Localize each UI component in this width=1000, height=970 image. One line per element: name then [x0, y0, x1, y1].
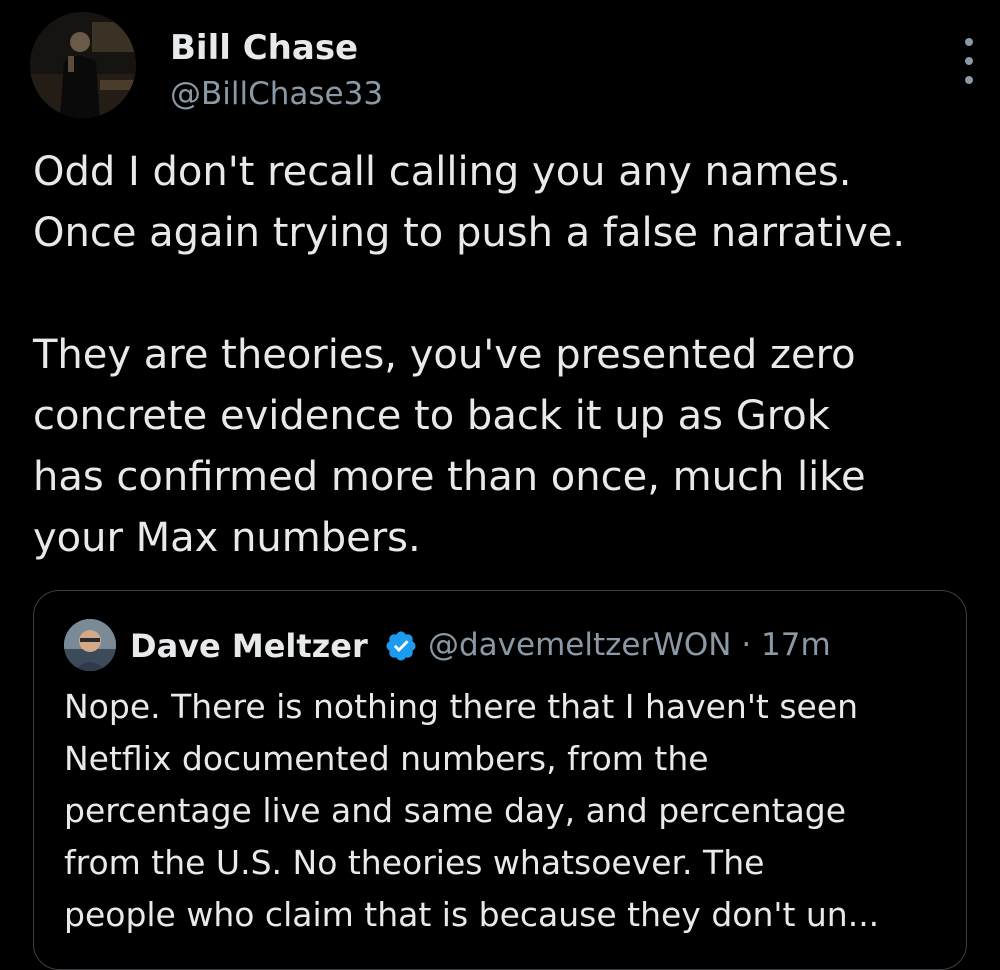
more-dot	[965, 57, 973, 65]
tweet-line: concrete evidence to back it up as Grok	[33, 393, 830, 439]
quoted-author-display-name: Dave Meltzer	[130, 627, 368, 665]
more-dot	[965, 38, 973, 46]
tweet-line: has confirmed more than once, much like	[33, 454, 866, 500]
quoted-tweet-line: Netflix documented numbers, from the	[64, 739, 709, 778]
more-options-icon[interactable]	[958, 36, 980, 86]
quoted-tweet-line: Nope. There is nothing there that I have…	[64, 687, 859, 726]
tweet-line: your Max numbers.	[33, 515, 421, 561]
verified-badge-icon	[386, 631, 416, 661]
tweet-line: Odd I don't recall calling you any names…	[33, 149, 852, 195]
quoted-author-avatar[interactable]	[64, 619, 116, 671]
tweet-header: Bill Chase @BillChase33	[30, 12, 980, 122]
more-dot	[965, 76, 973, 84]
quoted-tweet-line: people who claim that is because they do…	[64, 895, 880, 934]
quoted-tweet-line: percentage live and same day, and percen…	[64, 791, 847, 830]
tweet-line: They are theories, you've presented zero	[33, 332, 856, 378]
quoted-tweet-card[interactable]: Dave Meltzer @davemeltzerWON · 17m Nope.…	[33, 590, 967, 970]
author-handle[interactable]: @BillChase33	[170, 76, 383, 112]
tweet-text: Odd I don't recall calling you any names…	[33, 142, 973, 569]
quoted-tweet-header: Dave Meltzer @davemeltzerWON · 17m	[64, 619, 944, 675]
quoted-handle-and-time: @davemeltzerWON · 17m	[428, 627, 831, 663]
author-avatar[interactable]	[30, 12, 136, 118]
author-display-name[interactable]: Bill Chase	[170, 28, 358, 68]
tweet-line: Once again trying to push a false narrat…	[33, 210, 906, 256]
quoted-tweet-line: from the U.S. No theories whatsoever. Th…	[64, 843, 765, 882]
quoted-tweet-text: Nope. There is nothing there that I have…	[64, 681, 944, 941]
